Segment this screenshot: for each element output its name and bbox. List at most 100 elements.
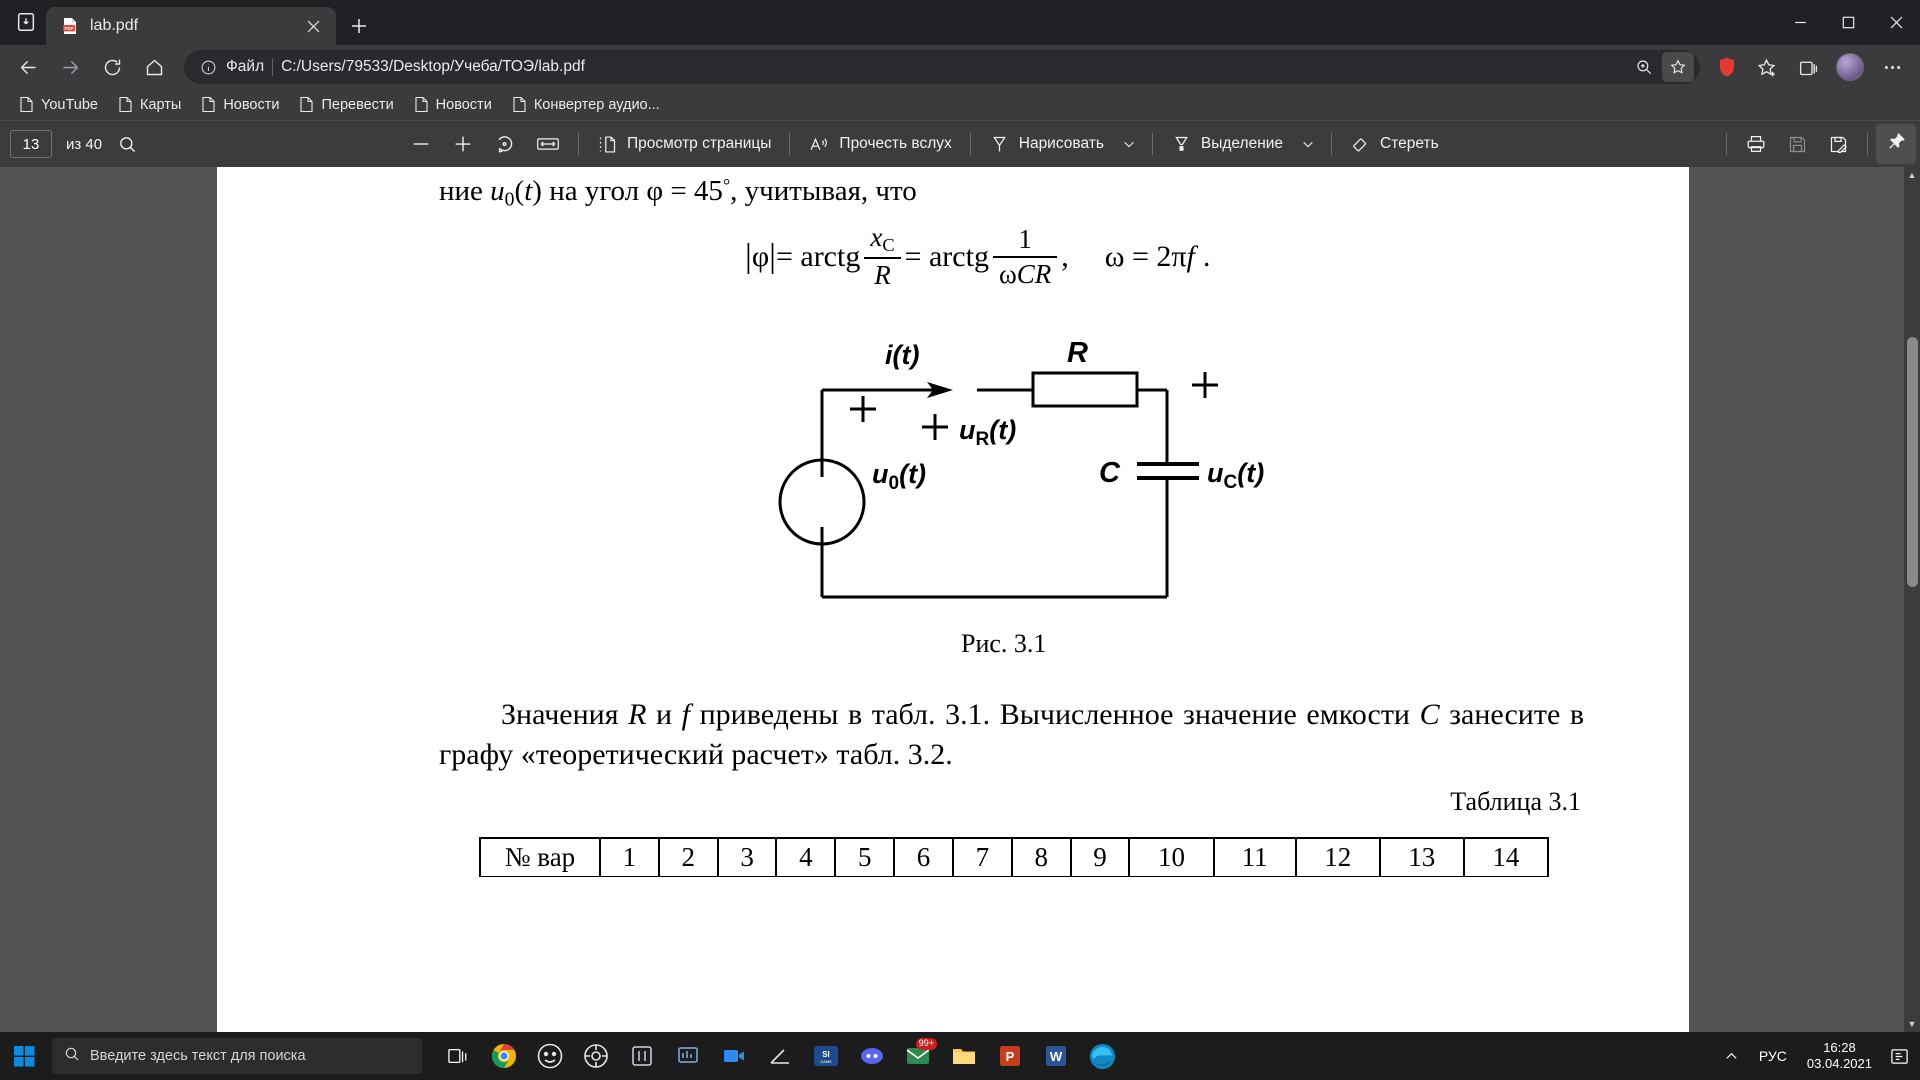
circuit-diagram: i(t) R uR(t) u0(t) C uC(t)	[737, 337, 1357, 622]
home-icon[interactable]	[134, 49, 174, 85]
fit-to-width-button[interactable]	[526, 127, 570, 161]
pdf-scrollbar[interactable]: ▲ ▼	[1904, 167, 1920, 1032]
presentation-app-icon[interactable]	[666, 1034, 710, 1078]
edge-icon[interactable]	[1080, 1034, 1124, 1078]
star-favorites-icon[interactable]	[1662, 52, 1694, 82]
u-c-label: uC(t)	[1207, 458, 1264, 493]
collections-icon[interactable]	[6, 2, 46, 42]
formula-comma: ,	[1061, 239, 1069, 273]
bookmark-item[interactable]: Новости	[192, 92, 288, 117]
address-bar[interactable]: Файл C:/Users/79533/Desktop/Учеба/ТОЭ/la…	[184, 50, 1700, 84]
task-view-icon[interactable]	[436, 1034, 480, 1078]
reload-icon[interactable]	[92, 49, 132, 85]
chevron-up-icon[interactable]	[1717, 1034, 1747, 1078]
print-button[interactable]	[1735, 127, 1777, 161]
more-options-icon[interactable]	[1872, 49, 1912, 85]
info-icon[interactable]	[198, 57, 218, 77]
line1-paren-close: )	[532, 175, 542, 207]
print-icon	[1745, 133, 1767, 155]
formula-f: f	[1186, 239, 1195, 273]
zoom-in-icon[interactable]	[1628, 52, 1660, 82]
line1-after: , учитывая, что	[730, 175, 917, 207]
shield-extension-icon[interactable]	[1710, 50, 1744, 84]
rotate-button[interactable]	[484, 127, 526, 161]
table-cell: 6	[893, 837, 954, 877]
bookmark-label: Новости	[223, 96, 280, 113]
zoom-in-button[interactable]	[442, 127, 484, 161]
clock-date: 03.04.2021	[1806, 1056, 1872, 1071]
powerpoint-icon[interactable]: P	[988, 1034, 1032, 1078]
read-aloud-icon	[808, 134, 830, 155]
resistor-label: R	[1067, 337, 1088, 369]
bookmark-item[interactable]: Новости	[405, 92, 501, 117]
scroll-down-arrow[interactable]: ▼	[1904, 1016, 1920, 1032]
pin-toolbar-button[interactable]	[1876, 124, 1916, 164]
draw-button[interactable]: Нарисовать	[979, 127, 1114, 161]
bookmark-label: Новости	[435, 96, 492, 113]
file-icon	[512, 96, 527, 113]
clock[interactable]: 16:28 03.04.2021	[1799, 1040, 1880, 1073]
zoom-out-button[interactable]	[400, 127, 442, 161]
file-explorer-icon[interactable]	[942, 1034, 986, 1078]
maximize-button[interactable]	[1824, 0, 1872, 45]
table-header-cell: № вар	[479, 837, 601, 877]
language-indicator[interactable]: РУС	[1751, 1048, 1795, 1064]
table-row: № вар 1 2 3 4 5 6 7 8 9 10 11 12 13 14	[479, 837, 1549, 877]
bookmark-item[interactable]: Карты	[109, 92, 190, 117]
si-game-icon[interactable]: SI GAME	[804, 1034, 848, 1078]
word-icon[interactable]: W	[1034, 1034, 1078, 1078]
table-cell: 2	[657, 837, 719, 877]
highlight-button[interactable]: Выделение	[1161, 127, 1293, 161]
avatar	[1836, 53, 1864, 81]
formula-period: .	[1202, 239, 1211, 273]
page-view-button[interactable]: Просмотр страницы	[587, 127, 781, 161]
profile-avatar[interactable]	[1830, 49, 1870, 85]
new-tab-button[interactable]	[340, 7, 378, 45]
windows-start-icon[interactable]	[0, 1032, 48, 1080]
erase-button[interactable]: Стереть	[1340, 127, 1449, 161]
draw-label: Нарисовать	[1018, 135, 1104, 152]
notification-icon[interactable]	[1884, 1034, 1914, 1078]
fraction-1-numerator: xC	[864, 222, 900, 257]
divider	[789, 133, 791, 155]
chrome-icon[interactable]	[482, 1034, 526, 1078]
forward-icon[interactable]	[50, 49, 90, 85]
add-favorite-icon[interactable]	[1746, 49, 1786, 85]
read-aloud-label: Прочесть вслух	[839, 135, 952, 152]
page-number-input[interactable]: 13	[10, 130, 52, 158]
settings-gear-icon[interactable]	[574, 1034, 618, 1078]
save-button[interactable]	[1777, 127, 1818, 161]
bookmark-item[interactable]: Конвертер аудио...	[503, 92, 669, 117]
highlight-chevron-button[interactable]	[1293, 127, 1323, 161]
paragraph-f: f	[681, 698, 691, 731]
taskbar-apps: SI GAME 99+ P W	[436, 1034, 1124, 1078]
bookmark-item[interactable]: YouTube	[10, 92, 107, 117]
clock-time: 16:28	[1823, 1039, 1856, 1055]
collections-icon[interactable]	[1788, 49, 1828, 85]
close-window-button[interactable]	[1872, 0, 1920, 45]
minimize-button[interactable]	[1776, 0, 1824, 45]
graph-app-icon[interactable]	[758, 1034, 802, 1078]
search-icon[interactable]	[108, 127, 147, 161]
close-icon[interactable]	[300, 13, 326, 39]
app-window-icon[interactable]	[620, 1034, 664, 1078]
mail-icon[interactable]: 99+	[896, 1034, 940, 1078]
pdf-viewport[interactable]: ние u0(t) на угол φ = 45°, учитывая, что…	[0, 167, 1920, 1032]
scroll-up-arrow[interactable]: ▲	[1904, 167, 1920, 183]
page-view-icon	[597, 134, 618, 155]
read-aloud-button[interactable]: Прочесть вслух	[798, 127, 961, 161]
source-label: u0(t)	[872, 459, 926, 494]
line1-middle: на угол φ = 45	[541, 175, 723, 207]
back-icon[interactable]	[8, 49, 48, 85]
discord-icon[interactable]	[850, 1034, 894, 1078]
formula-phi: φ	[751, 239, 770, 273]
scrollbar-thumb[interactable]	[1907, 337, 1918, 587]
video-app-icon[interactable]	[712, 1034, 756, 1078]
browser-tab[interactable]: PDF lab.pdf	[46, 7, 336, 45]
search-input[interactable]: Введите здесь текст для поиска	[52, 1038, 422, 1074]
draw-chevron-button[interactable]	[1114, 127, 1144, 161]
compass-app-icon[interactable]	[528, 1034, 572, 1078]
save-as-icon	[1828, 134, 1849, 155]
save-as-button[interactable]	[1818, 127, 1859, 161]
bookmark-item[interactable]: Перевести	[290, 92, 402, 117]
